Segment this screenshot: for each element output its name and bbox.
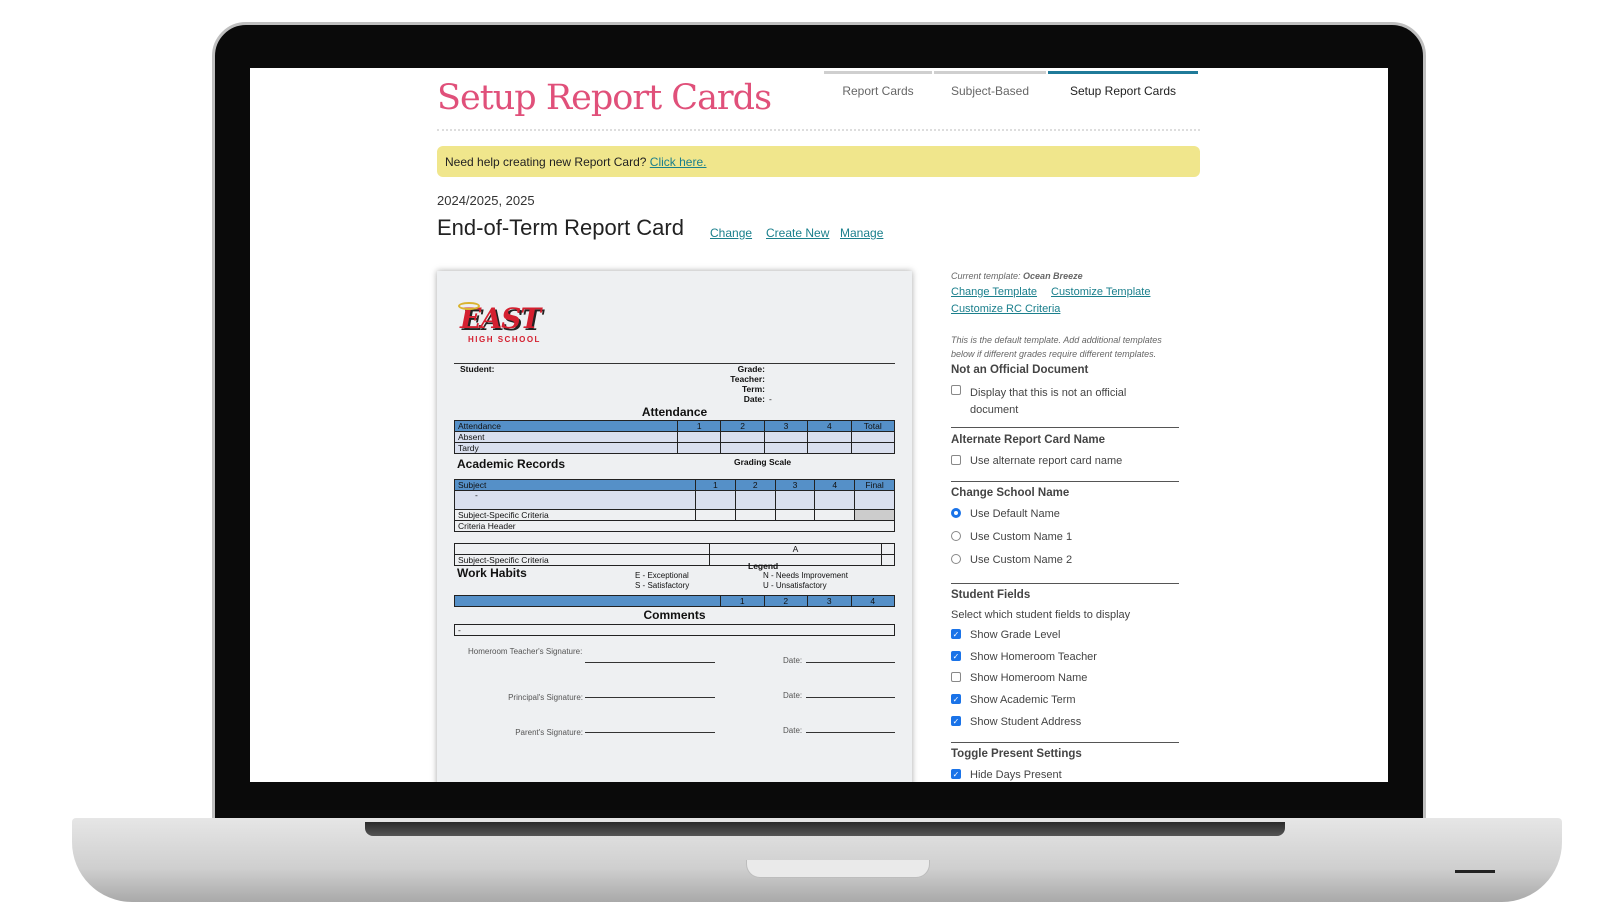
divider (951, 583, 1179, 584)
date-value: - (769, 394, 772, 404)
hide-days-present-checkbox[interactable]: ✓ Hide Days Present (951, 769, 1062, 781)
show-homeroom-teacher-checkbox[interactable]: ✓ Show Homeroom Teacher (951, 651, 1097, 663)
manage-link[interactable]: Manage (840, 226, 883, 240)
divider (951, 481, 1179, 482)
customize-rc-criteria-link[interactable]: Customize RC Criteria (951, 303, 1060, 315)
date-label: Date: (783, 726, 803, 735)
tab-setup-report-cards[interactable]: Setup Report Cards (1048, 71, 1198, 101)
laptop-keyboard-edge (365, 822, 1285, 836)
click-here-link[interactable]: Click here. (650, 155, 707, 169)
tab-report-cards[interactable]: Report Cards (824, 71, 932, 101)
student-fields: Grade: Teacher: Term: Date: (730, 364, 765, 404)
student-label: Student: (460, 364, 495, 374)
student-fields-heading: Student Fields (951, 589, 1031, 601)
academic-records-title: Academic Records (457, 457, 566, 471)
template-note: This is the default template. Add additi… (951, 335, 1162, 359)
show-grade-level-checkbox[interactable]: ✓ Show Grade Level (951, 629, 1061, 641)
present-settings-heading: Toggle Present Settings (951, 748, 1082, 760)
change-link[interactable]: Change (710, 226, 752, 240)
screen: Setup Report Cards Report Cards Subject-… (250, 68, 1388, 782)
help-banner: Need help creating new Report Card? Clic… (437, 146, 1200, 177)
legend-title: Legend (748, 561, 779, 571)
report-card-name: End-of-Term Report Card (437, 215, 684, 240)
legend-left: E - Exceptional S - Satisfactory (635, 571, 690, 590)
parent-signature-label: Parent's Signature: (515, 728, 583, 737)
student-fields-desc: Select which student fields to display (951, 609, 1131, 621)
date-label: Date: (783, 656, 803, 665)
show-academic-term-checkbox[interactable]: ✓ Show Academic Term (951, 694, 1076, 706)
laptop-indicator (1455, 870, 1495, 873)
alt-name-checkbox[interactable]: Use alternate report card name (951, 455, 1122, 467)
academic-table: Subject 1 2 3 4 Final - Subject-Specific Crit… (454, 479, 895, 532)
current-template: Current template: Ocean Breeze (951, 271, 1083, 281)
work-habits-table: 1234 (454, 595, 895, 607)
legend-right: N - Needs Improvement U - Unsatisfactory (763, 571, 848, 590)
radio-default-name[interactable]: Use Default Name (951, 508, 1060, 520)
change-template-link[interactable]: Change Template (951, 286, 1037, 298)
comments-box: - (454, 624, 895, 636)
create-new-link[interactable]: Create New (766, 226, 829, 240)
not-official-heading: Not an Official Document (951, 364, 1089, 376)
show-homeroom-name-checkbox[interactable]: Show Homeroom Name (951, 672, 1087, 684)
homeroom-signature-label: Homeroom Teacher's Signature: (468, 647, 583, 656)
not-official-checkbox[interactable]: Display that this is not an official docu… (951, 385, 1126, 419)
attendance-table: Attendance 1 2 3 4 Total Absent Tardy (454, 420, 896, 454)
comments-title: Comments (643, 608, 706, 622)
radio-custom-name-2[interactable]: Use Custom Name 2 (951, 554, 1072, 566)
show-student-address-checkbox[interactable]: ✓ Show Student Address (951, 716, 1081, 728)
criteria-table: A Subject-Specific Criteria (454, 543, 895, 566)
school-logo: EAST HIGH SCHOOL (458, 302, 541, 344)
alt-name-heading: Alternate Report Card Name (951, 434, 1106, 446)
attendance-title: Attendance (641, 405, 708, 419)
radio-custom-name-1[interactable]: Use Custom Name 1 (951, 531, 1072, 543)
divider (951, 427, 1179, 428)
school-name-heading: Change School Name (951, 487, 1070, 499)
banner-text: Need help creating new Report Card? (445, 155, 647, 169)
laptop-lid-notch (746, 860, 930, 878)
divider (437, 129, 1200, 131)
customize-template-link[interactable]: Customize Template (1051, 286, 1150, 298)
grading-scale-label: Grading Scale (734, 457, 792, 467)
principal-signature-label: Principal's Signature: (508, 693, 583, 702)
divider (951, 742, 1179, 743)
tab-subject-based[interactable]: Subject-Based (934, 71, 1046, 101)
school-year: 2024/2025, 2025 (437, 193, 535, 208)
date-label: Date: (783, 691, 803, 700)
report-card-preview: EAST HIGH SCHOOL Student: Grade: Teacher:… (437, 271, 912, 782)
work-habits-title: Work Habits (457, 566, 527, 580)
page-title: Setup Report Cards (437, 78, 772, 118)
